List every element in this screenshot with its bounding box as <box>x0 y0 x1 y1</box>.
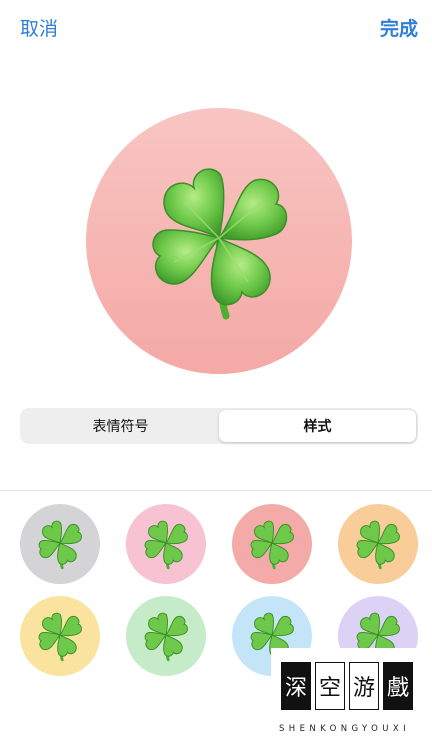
watermark-char: 深 <box>281 662 311 710</box>
color-swatch-yellow[interactable] <box>20 596 100 676</box>
four-leaf-clover-icon <box>356 520 400 570</box>
four-leaf-clover-icon <box>144 520 188 570</box>
four-leaf-clover-icon <box>152 168 288 320</box>
watermark-subtitle: SHENKONGYOUXI <box>279 724 411 734</box>
done-button[interactable]: 完成 <box>380 14 418 41</box>
tab-emoji[interactable]: 表情符号 <box>22 410 219 442</box>
cancel-button[interactable]: 取消 <box>20 14 58 41</box>
four-leaf-clover-icon <box>144 612 188 662</box>
emoji-preview <box>86 108 352 374</box>
segmented-control: 表情符号 样式 <box>20 408 418 444</box>
four-leaf-clover-icon <box>38 520 82 570</box>
color-swatch-gray[interactable] <box>20 504 100 584</box>
color-swatch-green[interactable] <box>126 596 206 676</box>
watermark-char: 戲 <box>383 662 413 710</box>
watermark-char: 游 <box>349 662 379 710</box>
watermark-logo: 深 空 游 戲 SHENKONGYOUXI <box>271 648 427 748</box>
watermark-char: 空 <box>315 662 345 710</box>
color-swatch-orange[interactable] <box>338 504 418 584</box>
four-leaf-clover-icon <box>250 520 294 570</box>
divider <box>0 490 432 491</box>
tab-style[interactable]: 样式 <box>219 410 416 442</box>
four-leaf-clover-icon <box>38 612 82 662</box>
color-swatch-pink[interactable] <box>126 504 206 584</box>
navigation-bar: 取消 完成 <box>0 0 432 56</box>
color-swatch-coral[interactable] <box>232 504 312 584</box>
